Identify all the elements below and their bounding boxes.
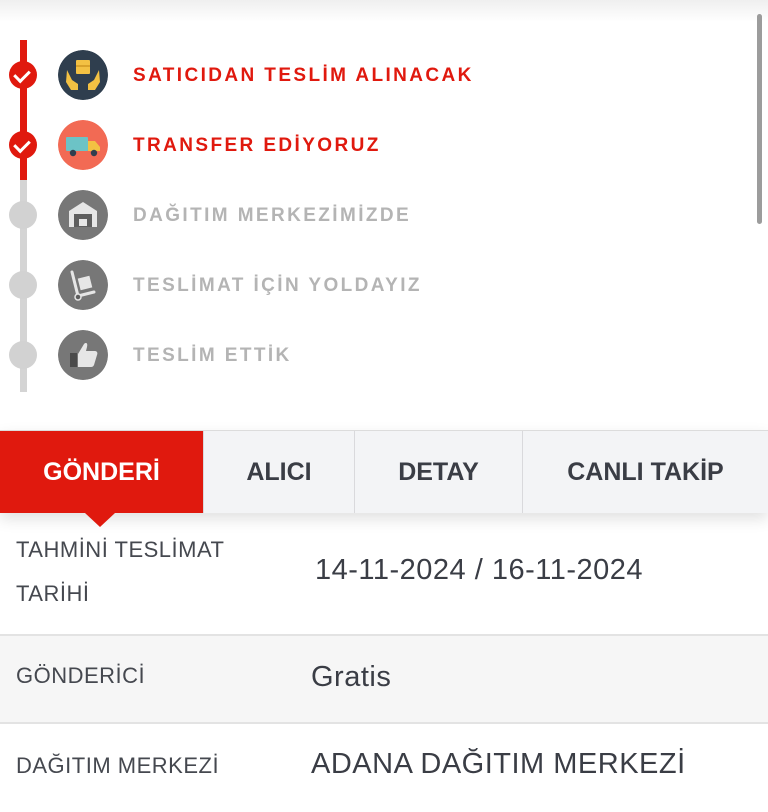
distribution-center-row: DAĞITIM MERKEZİ ADANA DAĞITIM MERKEZİ	[0, 724, 768, 812]
timeline-step-label: TRANSFER EDİYORUZ	[133, 135, 381, 156]
sender-row: GÖNDERİCİ Gratis	[0, 636, 768, 724]
hands-package-icon	[58, 50, 108, 100]
warehouse-icon	[58, 190, 108, 240]
timeline-step-label: SATICIDAN TESLİM ALINACAK	[133, 65, 474, 86]
timeline-step-label: TESLİMAT İÇİN YOLDAYIZ	[133, 275, 422, 296]
step-dot	[9, 341, 37, 369]
estimated-delivery-label-line2: TARİHİ	[16, 581, 90, 606]
check-icon	[9, 131, 37, 159]
scrollbar[interactable]	[757, 14, 762, 224]
sender-label: GÖNDERİCİ	[16, 663, 146, 688]
thumbs-up-icon	[58, 330, 108, 380]
estimated-delivery-row: TAHMİNİ TESLİMAT TARİHİ 14-11-2024 / 16-…	[0, 512, 768, 636]
delivery-truck-icon	[58, 120, 108, 170]
top-edge	[0, 0, 768, 22]
tab-detay[interactable]: DETAY	[354, 431, 522, 513]
tab-gonderi[interactable]: GÖNDERİ	[0, 431, 203, 527]
step-dot	[9, 201, 37, 229]
check-icon	[9, 61, 37, 89]
timeline-step-picked-up: SATICIDAN TESLİM ALINACAK	[0, 46, 740, 102]
step-dot	[9, 271, 37, 299]
tab-alici[interactable]: ALICI	[203, 431, 354, 513]
estimated-delivery-value: 14-11-2024 / 16-11-2024	[315, 554, 644, 586]
timeline-step-distribution-center: DAĞITIM MERKEZİMİZDE	[0, 186, 740, 242]
timeline-step-delivered: TESLİM ETTİK	[0, 326, 740, 382]
distribution-center-value: ADANA DAĞITIM MERKEZİ	[311, 748, 686, 780]
estimated-delivery-label-line1: TAHMİNİ TESLİMAT	[16, 537, 225, 562]
timeline-step-label: TESLİM ETTİK	[133, 345, 292, 366]
tab-canli-takip[interactable]: CANLI TAKİP	[522, 431, 768, 513]
distribution-center-label: DAĞITIM MERKEZİ	[16, 753, 220, 778]
detail-tabs: GÖNDERİ ALICI DETAY CANLI TAKİP	[0, 430, 768, 527]
timeline-step-transfer: TRANSFER EDİYORUZ	[0, 116, 740, 172]
hand-truck-icon	[58, 260, 108, 310]
timeline-step-label: DAĞITIM MERKEZİMİZDE	[133, 205, 412, 226]
sender-value: Gratis	[311, 661, 392, 693]
timeline-step-on-the-way: TESLİMAT İÇİN YOLDAYIZ	[0, 256, 740, 312]
